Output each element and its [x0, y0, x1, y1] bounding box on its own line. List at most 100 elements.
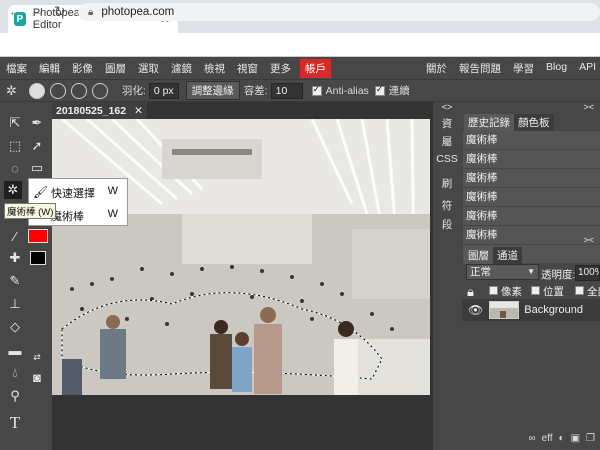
quick-mask-icon[interactable]: ◙: [28, 368, 46, 386]
blend-mode-value: 正常: [470, 266, 491, 278]
layer-row[interactable]: 👁︎ Background: [462, 299, 600, 321]
tab-channels[interactable]: 通道: [493, 247, 522, 264]
rectangle-tool-icon[interactable]: ▭: [28, 159, 46, 177]
menu-right: 關於 報告問題 學習 Blog API: [426, 61, 596, 76]
eyedropper-tool-icon[interactable]: ⁄: [6, 227, 24, 245]
strip-collapse-icon[interactable]: <>: [433, 102, 461, 112]
healing-tool-icon[interactable]: ✚: [6, 249, 24, 267]
tab-swatches[interactable]: 顏色板: [514, 114, 554, 131]
history-item[interactable]: 魔術棒: [463, 150, 600, 169]
eye-icon[interactable]: 👁︎: [468, 303, 483, 317]
layer-thumbnail: [489, 301, 520, 319]
lasso-tool-icon[interactable]: ◌: [6, 159, 24, 177]
add-selection-icon[interactable]: [49, 82, 66, 99]
history-item[interactable]: 魔術棒: [463, 226, 600, 245]
reload-icon[interactable]: ↻: [54, 3, 66, 20]
back-icon[interactable]: ←: [8, 3, 22, 19]
move-tool-icon[interactable]: ⇱: [6, 114, 24, 132]
lock-all-checkbox[interactable]: [575, 286, 584, 295]
history-item[interactable]: 魔術棒: [463, 207, 600, 226]
text-tool-icon[interactable]: T: [6, 413, 24, 432]
menu-layer[interactable]: 圖層: [99, 61, 132, 76]
history-item[interactable]: 魔術棒: [463, 169, 600, 188]
flyout-quick-select-key: W: [107, 185, 118, 197]
menu-view[interactable]: 檢視: [198, 61, 231, 76]
strip-character[interactable]: 符: [433, 198, 461, 213]
strip-properties[interactable]: 屬: [433, 134, 461, 149]
lock-position-checkbox[interactable]: [531, 286, 540, 295]
magic-wand-tool-icon[interactable]: ✲: [4, 181, 22, 199]
blend-mode-select[interactable]: 正常 ▼: [466, 264, 539, 280]
intersect-selection-icon[interactable]: [91, 82, 108, 99]
strip-brush[interactable]: 刷: [433, 176, 461, 191]
magic-wand-icon[interactable]: ✲: [6, 83, 17, 99]
menu-image[interactable]: 影像: [66, 61, 99, 76]
menu-blog[interactable]: Blog: [546, 61, 567, 76]
quick-select-icon: 🖌︎: [33, 185, 49, 199]
menu-file[interactable]: 檔案: [0, 61, 33, 76]
close-document-icon[interactable]: ✕: [134, 105, 143, 117]
swap-colors-icon[interactable]: ⇄: [28, 348, 46, 366]
subtract-selection-icon[interactable]: [70, 82, 87, 99]
tolerance-input[interactable]: 10: [270, 82, 303, 99]
menu-about[interactable]: 關於: [426, 61, 447, 76]
strip-paragraph[interactable]: 段: [433, 217, 461, 232]
lock-pixels-checkbox[interactable]: [489, 286, 498, 295]
menu-learn[interactable]: 學習: [513, 61, 534, 76]
new-selection-icon[interactable]: [28, 82, 45, 99]
stamp-tool-icon[interactable]: ⊥: [6, 295, 24, 313]
menu-edit[interactable]: 編輯: [33, 61, 66, 76]
document-tab[interactable]: 20180525_162 ✕: [52, 102, 147, 119]
menu-window[interactable]: 視窗: [231, 61, 264, 76]
chevron-down-icon: ▼: [527, 267, 535, 276]
feather-input[interactable]: 0 px: [148, 82, 179, 99]
new-layer-icon[interactable]: ❐: [586, 433, 595, 450]
strip-css[interactable]: CSS: [433, 153, 461, 165]
lock-icon: 🔒︎: [88, 6, 94, 18]
direct-select-icon[interactable]: ➚: [28, 137, 46, 155]
link-layers-icon[interactable]: ∞: [528, 433, 535, 450]
layers-bottom-bar: ∞ eff ◐ ▣ ❐: [461, 433, 600, 450]
brush-tool-icon[interactable]: ✎: [6, 272, 24, 290]
photo-image: [52, 119, 430, 395]
url-field[interactable]: 🔒︎ photopea.com: [78, 3, 600, 21]
antialias-checkbox[interactable]: [311, 84, 322, 96]
menu-report-bug[interactable]: 報告問題: [459, 61, 501, 76]
history-tabs: 歷史記錄 顏色板: [464, 114, 554, 131]
lock-icon: 🔒︎: [467, 284, 474, 299]
menu-more[interactable]: 更多: [264, 61, 297, 76]
panel-expand-icon[interactable]: ><: [583, 102, 594, 112]
tab-history[interactable]: 歷史記錄: [464, 114, 514, 131]
flyout-quick-select[interactable]: 快速選擇: [51, 185, 95, 201]
effects-button[interactable]: eff: [542, 433, 553, 450]
gradient-tool-icon[interactable]: ▬: [6, 341, 24, 359]
tooltip: 魔術棒 (W): [4, 203, 57, 219]
contiguous-checkbox[interactable]: [374, 84, 385, 96]
eraser-tool-icon[interactable]: ◇: [6, 318, 24, 336]
menu-account[interactable]: 帳戶: [300, 58, 331, 78]
pen-tool-icon[interactable]: ✒: [28, 114, 46, 132]
forward-icon[interactable]: →: [31, 3, 45, 19]
history-item[interactable]: 魔術棒: [463, 131, 600, 150]
tool-panel: ⇱ ✒ ⬚ ➚ ◌ ▭ ✲ ⁄ ✚ ✎ ⊥ ◇ ▬ 💧︎ ⚲ T ⇄ ◙: [0, 102, 52, 450]
menu-filter[interactable]: 濾鏡: [165, 61, 198, 76]
foreground-color-swatch[interactable]: [28, 229, 48, 243]
history-item[interactable]: 魔術棒: [463, 188, 600, 207]
refine-edge-button[interactable]: 調整邊緣: [185, 81, 240, 100]
dodge-tool-icon[interactable]: ⚲: [6, 387, 24, 405]
feather-label: 羽化:: [121, 85, 146, 97]
adjustment-icon[interactable]: ◐: [559, 433, 565, 450]
opacity-label: 透明度:: [541, 269, 576, 281]
menu-select[interactable]: 選取: [132, 61, 165, 76]
blur-tool-icon[interactable]: 💧︎: [6, 364, 24, 382]
strip-info[interactable]: 資: [433, 116, 461, 131]
layers-collapse-icon[interactable]: ><: [583, 235, 594, 245]
menu-api[interactable]: API: [579, 61, 596, 76]
select-tool-icon[interactable]: ⬚: [6, 137, 24, 155]
mask-icon[interactable]: ▣: [571, 433, 580, 450]
tab-layers[interactable]: 圖層: [464, 247, 493, 264]
background-color-swatch[interactable]: [30, 251, 46, 265]
canvas-photo[interactable]: [52, 119, 430, 395]
url-text: photopea.com: [101, 6, 175, 18]
opacity-input[interactable]: 100%: [575, 265, 600, 281]
